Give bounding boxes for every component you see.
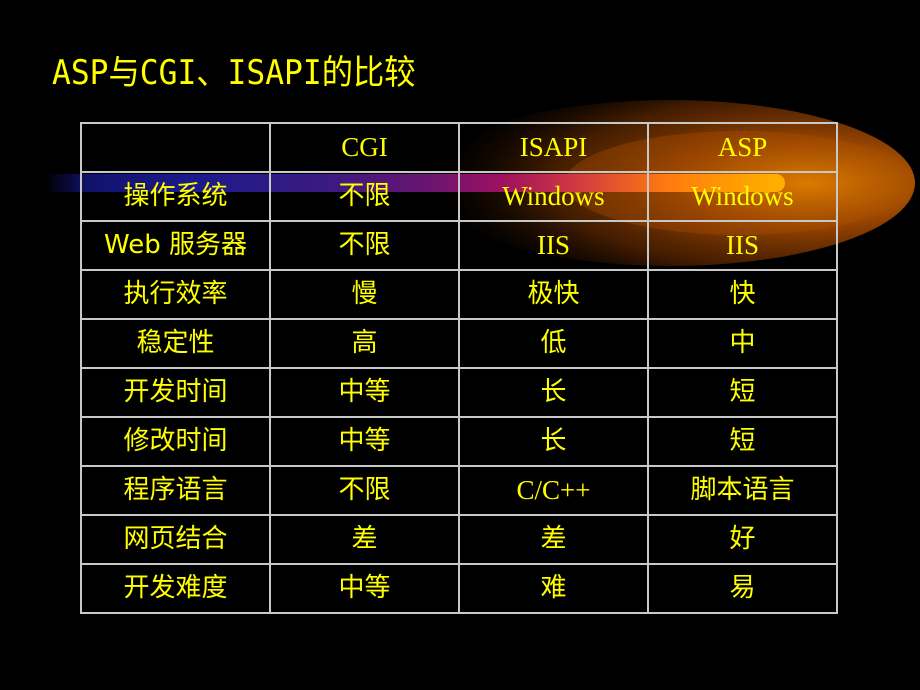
cell-cgi: 不限 — [269, 465, 460, 516]
cell-isapi: C/C++ — [458, 465, 649, 516]
row-label: 网页结合 — [80, 514, 271, 565]
table-row: 开发难度 中等 难 易 — [80, 563, 838, 614]
column-header-asp: ASP — [647, 122, 838, 173]
table-row: 执行效率 慢 极快 快 — [80, 269, 838, 320]
cell-isapi: 低 — [458, 318, 649, 369]
row-label: 程序语言 — [80, 465, 271, 516]
column-header-isapi: ISAPI — [458, 122, 649, 173]
cell-isapi: Windows — [458, 171, 649, 222]
cell-cgi: 中等 — [269, 416, 460, 467]
cell-asp: 短 — [647, 367, 838, 418]
row-label: 执行效率 — [80, 269, 271, 320]
cell-cgi: 中等 — [269, 563, 460, 614]
cell-isapi: 难 — [458, 563, 649, 614]
row-label: 稳定性 — [80, 318, 271, 369]
cell-cgi: 高 — [269, 318, 460, 369]
cell-cgi: 差 — [269, 514, 460, 565]
row-label: 开发时间 — [80, 367, 271, 418]
table-row: 程序语言 不限 C/C++ 脚本语言 — [80, 465, 838, 516]
cell-asp: 中 — [647, 318, 838, 369]
table-header-row: CGI ISAPI ASP — [80, 122, 838, 173]
cell-isapi: IIS — [458, 220, 649, 271]
comparison-table: CGI ISAPI ASP 操作系统 不限 Windows Windows We… — [80, 122, 838, 614]
cell-isapi: 极快 — [458, 269, 649, 320]
cell-asp: 好 — [647, 514, 838, 565]
table-row: 稳定性 高 低 中 — [80, 318, 838, 369]
table-row: 修改时间 中等 长 短 — [80, 416, 838, 467]
cell-asp: IIS — [647, 220, 838, 271]
cell-asp: 快 — [647, 269, 838, 320]
column-header-cgi: CGI — [269, 122, 460, 173]
row-label: 修改时间 — [80, 416, 271, 467]
table-row: Web 服务器 不限 IIS IIS — [80, 220, 838, 271]
cell-asp: 易 — [647, 563, 838, 614]
table-row: 操作系统 不限 Windows Windows — [80, 171, 838, 222]
cell-isapi: 差 — [458, 514, 649, 565]
cell-cgi: 中等 — [269, 367, 460, 418]
cell-isapi: 长 — [458, 416, 649, 467]
cell-cgi: 不限 — [269, 220, 460, 271]
table-row: 开发时间 中等 长 短 — [80, 367, 838, 418]
table-row: 网页结合 差 差 好 — [80, 514, 838, 565]
cell-asp: Windows — [647, 171, 838, 222]
cell-cgi: 慢 — [269, 269, 460, 320]
cell-cgi: 不限 — [269, 171, 460, 222]
cell-isapi: 长 — [458, 367, 649, 418]
cell-asp: 脚本语言 — [647, 465, 838, 516]
row-label: 开发难度 — [80, 563, 271, 614]
slide-title: ASP与CGI、ISAPI的比较 — [52, 53, 416, 93]
row-label: 操作系统 — [80, 171, 271, 222]
row-label: Web 服务器 — [80, 220, 271, 271]
corner-cell — [80, 122, 271, 173]
cell-asp: 短 — [647, 416, 838, 467]
